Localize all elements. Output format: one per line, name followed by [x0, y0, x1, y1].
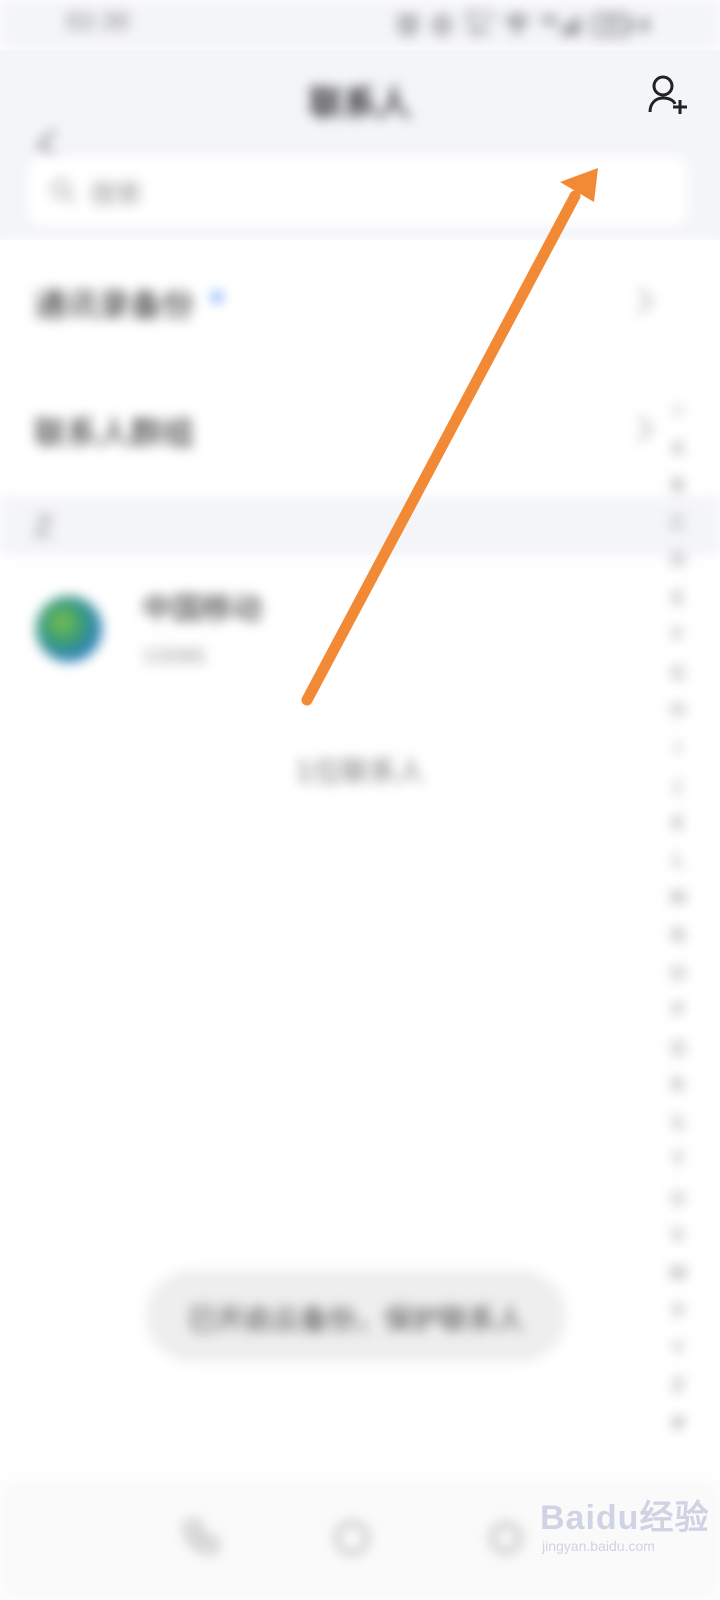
- alphabet-index-letter[interactable]: C: [672, 513, 685, 551]
- alphabet-index-letter[interactable]: ☆: [670, 400, 686, 438]
- alphabet-index-letter[interactable]: Z: [672, 1375, 684, 1413]
- network-type: 5G: [541, 14, 558, 27]
- baidu-watermark: Baidu经验 jingyan.baidu.com: [540, 1490, 710, 1580]
- alphabet-index-letter[interactable]: N: [671, 925, 684, 963]
- chevron-right-icon: [637, 415, 654, 443]
- cloud-backup-banner[interactable]: 已开启云备份，保护联系人: [146, 1270, 566, 1362]
- wifi-icon: [504, 14, 531, 35]
- alphabet-index-letter[interactable]: B: [672, 475, 684, 513]
- alphabet-index-letter[interactable]: D: [671, 550, 685, 588]
- settings-icon[interactable]: [486, 1518, 526, 1558]
- chevron-right-icon: [637, 287, 654, 315]
- section-header: Z: [0, 496, 720, 556]
- net-speed-value: 27.3: [464, 10, 494, 25]
- battery-level: 43: [602, 17, 620, 33]
- alphabet-index-letter[interactable]: S: [672, 1113, 683, 1151]
- alphabet-index-letter[interactable]: U: [671, 1188, 684, 1226]
- contact-groups-row[interactable]: 联系人群组: [0, 368, 720, 496]
- contacts-icon[interactable]: [332, 1518, 372, 1558]
- contact-subtitle: 10086: [142, 644, 206, 668]
- cloud-backup-text: 已开启云备份，保护联系人: [187, 1303, 524, 1336]
- row-label: 通讯录备份: [34, 286, 195, 324]
- alphabet-index-letter[interactable]: A: [672, 438, 684, 476]
- search-icon: [51, 179, 76, 204]
- alphabet-index-letter[interactable]: L: [673, 850, 683, 888]
- alphabet-index-letter[interactable]: J: [675, 775, 680, 813]
- alphabet-index-letter[interactable]: #: [670, 1413, 685, 1451]
- alphabet-index-letter[interactable]: F: [673, 625, 683, 663]
- search-placeholder: 搜索: [90, 180, 143, 210]
- status-icons: 27.3 K/s 5G 43: [396, 8, 650, 42]
- net-speed-unit: K/s: [468, 24, 489, 39]
- alphabet-index-letter[interactable]: K: [672, 813, 684, 851]
- row-label: 联系人群组: [34, 414, 195, 452]
- phone-icon[interactable]: [180, 1518, 220, 1558]
- alphabet-index-letter[interactable]: R: [672, 1075, 685, 1113]
- vibrate-icon: [433, 15, 452, 35]
- signal-icon: [561, 16, 579, 35]
- watermark-logo: Baidu经验: [540, 1499, 710, 1537]
- alphabet-index-letter[interactable]: H: [671, 700, 685, 738]
- watermark-url: jingyan.baidu.com: [542, 1538, 655, 1554]
- contact-list-item[interactable]: 中国移动 10086: [0, 578, 720, 698]
- battery-icon: 43: [592, 14, 633, 36]
- status-time: 02:30: [66, 10, 130, 35]
- page-title: 联系人: [309, 84, 411, 124]
- add-contact-icon[interactable]: [648, 74, 690, 116]
- alphabet-index-letter[interactable]: M: [670, 888, 686, 926]
- contact-name: 中国移动: [142, 592, 262, 627]
- alphabet-index-letter[interactable]: X: [672, 1300, 684, 1338]
- alarm-icon: [398, 14, 419, 36]
- charging-icon: [640, 15, 650, 35]
- section-letter: Z: [34, 510, 54, 543]
- status-bar: 02:30 27.3 K/s 5G 43: [0, 0, 720, 50]
- contacts-backup-row[interactable]: 通讯录备份: [0, 240, 720, 368]
- header: 联系人 搜索: [0, 50, 720, 240]
- alphabet-index[interactable]: ☆ A B C D E F G H I J K L M N O P Q R S T U V W X Y Z #: [664, 400, 692, 1450]
- search-input[interactable]: 搜索: [28, 156, 688, 226]
- avatar: [36, 596, 102, 662]
- net-speed: 27.3 K/s: [464, 11, 493, 39]
- alphabet-index-letter[interactable]: Q: [671, 1038, 685, 1076]
- alphabet-index-letter[interactable]: P: [673, 1000, 684, 1038]
- alphabet-index-letter[interactable]: T: [673, 1150, 684, 1188]
- alphabet-index-letter[interactable]: V: [672, 1225, 684, 1263]
- alphabet-index-letter[interactable]: Y: [673, 1338, 684, 1376]
- alphabet-index-letter[interactable]: E: [672, 588, 683, 626]
- contact-count: 1位联系人: [295, 755, 425, 788]
- alphabet-index-letter[interactable]: I: [675, 738, 680, 776]
- alphabet-index-letter[interactable]: O: [671, 963, 685, 1001]
- alphabet-index-letter[interactable]: W: [669, 1263, 687, 1301]
- new-badge: [212, 292, 222, 302]
- alphabet-index-letter[interactable]: G: [671, 663, 685, 701]
